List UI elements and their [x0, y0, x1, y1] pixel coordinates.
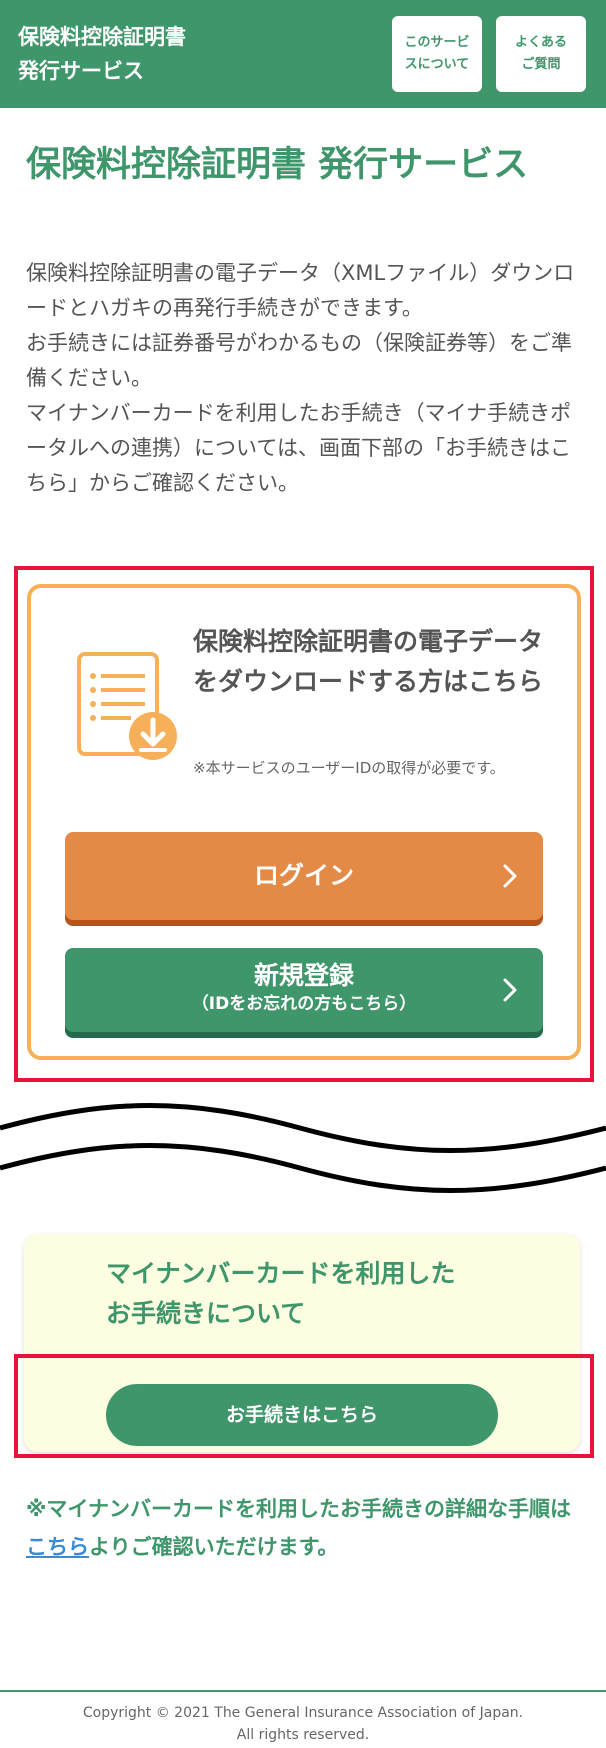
- faq-button[interactable]: よくある ご質問: [496, 16, 586, 92]
- page-title: 保険料控除証明書 発行サービス: [26, 145, 529, 185]
- faq-label-line1: よくある: [514, 35, 567, 50]
- login-button-label: ログイン: [253, 861, 354, 890]
- details-link[interactable]: こちら: [26, 1535, 89, 1559]
- footnote-text-after: よりご確認いただけます。: [89, 1535, 339, 1559]
- download-card-note: ※本サービスのユーザーIDの取得が必要です。: [193, 759, 505, 777]
- intro-text: 保険料控除証明書の電子データ（XMLファイル）ダウンロードとハガキの再発行手続き…: [26, 256, 582, 501]
- register-button-sublabel: （IDをお忘れの方もこちら）: [191, 994, 417, 1014]
- copyright: Copyright © 2021 The General Insurance A…: [0, 1702, 606, 1746]
- chevron-right-icon: [503, 978, 517, 1002]
- mynumber-title-line2: お手続きについて: [106, 1299, 306, 1328]
- copyright-line2: All rights reserved.: [236, 1727, 370, 1743]
- mynumber-footnote: ※マイナンバーカードを利用したお手続きの詳細な手順はこちらよりご確認いただけます…: [26, 1490, 586, 1566]
- mynumber-title-line1: マイナンバーカードを利用した: [106, 1259, 456, 1288]
- download-card-title: 保険料控除証明書の電子データをダウンロードする方はこちら: [193, 627, 544, 696]
- mynumber-card-title: マイナンバーカードを利用した お手続きについて: [106, 1254, 526, 1334]
- login-button[interactable]: ログイン: [65, 832, 543, 920]
- footnote-text-before: ※マイナンバーカードを利用したお手続きの詳細な手順は: [26, 1497, 571, 1521]
- about-service-label-line2: スについて: [404, 57, 470, 72]
- document-download-icon: [77, 652, 177, 760]
- intro-paragraph: お手続きには証券番号がわかるもの（保険証券等）をご準備ください。: [26, 331, 572, 390]
- site-title-line1: 保険料控除証明書: [18, 25, 186, 49]
- about-service-label-line1: このサービ: [404, 35, 470, 50]
- chevron-right-icon: [503, 864, 517, 888]
- app-header: 保険料控除証明書 発行サービス このサービ スについて よくある ご質問: [0, 0, 606, 108]
- download-card: 保険料控除証明書の電子データをダウンロードする方はこちら ※本サービスのユーザー…: [27, 584, 581, 1060]
- footer-divider: [0, 1690, 606, 1692]
- intro-paragraph: マイナンバーカードを利用したお手続き（マイナ手続きポータルへの連携）については、…: [26, 401, 572, 495]
- site-title-line2: 発行サービス: [18, 59, 144, 83]
- about-service-button[interactable]: このサービ スについて: [392, 16, 482, 92]
- copyright-line1: Copyright © 2021 The General Insurance A…: [82, 1705, 524, 1721]
- wavy-separator: [0, 1103, 606, 1193]
- site-title[interactable]: 保険料控除証明書 発行サービス: [18, 20, 278, 88]
- register-button[interactable]: 新規登録 （IDをお忘れの方もこちら）: [65, 948, 543, 1032]
- register-button-label: 新規登録: [253, 961, 354, 990]
- faq-label-line2: ご質問: [521, 57, 561, 72]
- intro-paragraph: 保険料控除証明書の電子データ（XMLファイル）ダウンロードとハガキの再発行手続き…: [26, 261, 575, 320]
- highlight-box-procedure: [14, 1354, 594, 1458]
